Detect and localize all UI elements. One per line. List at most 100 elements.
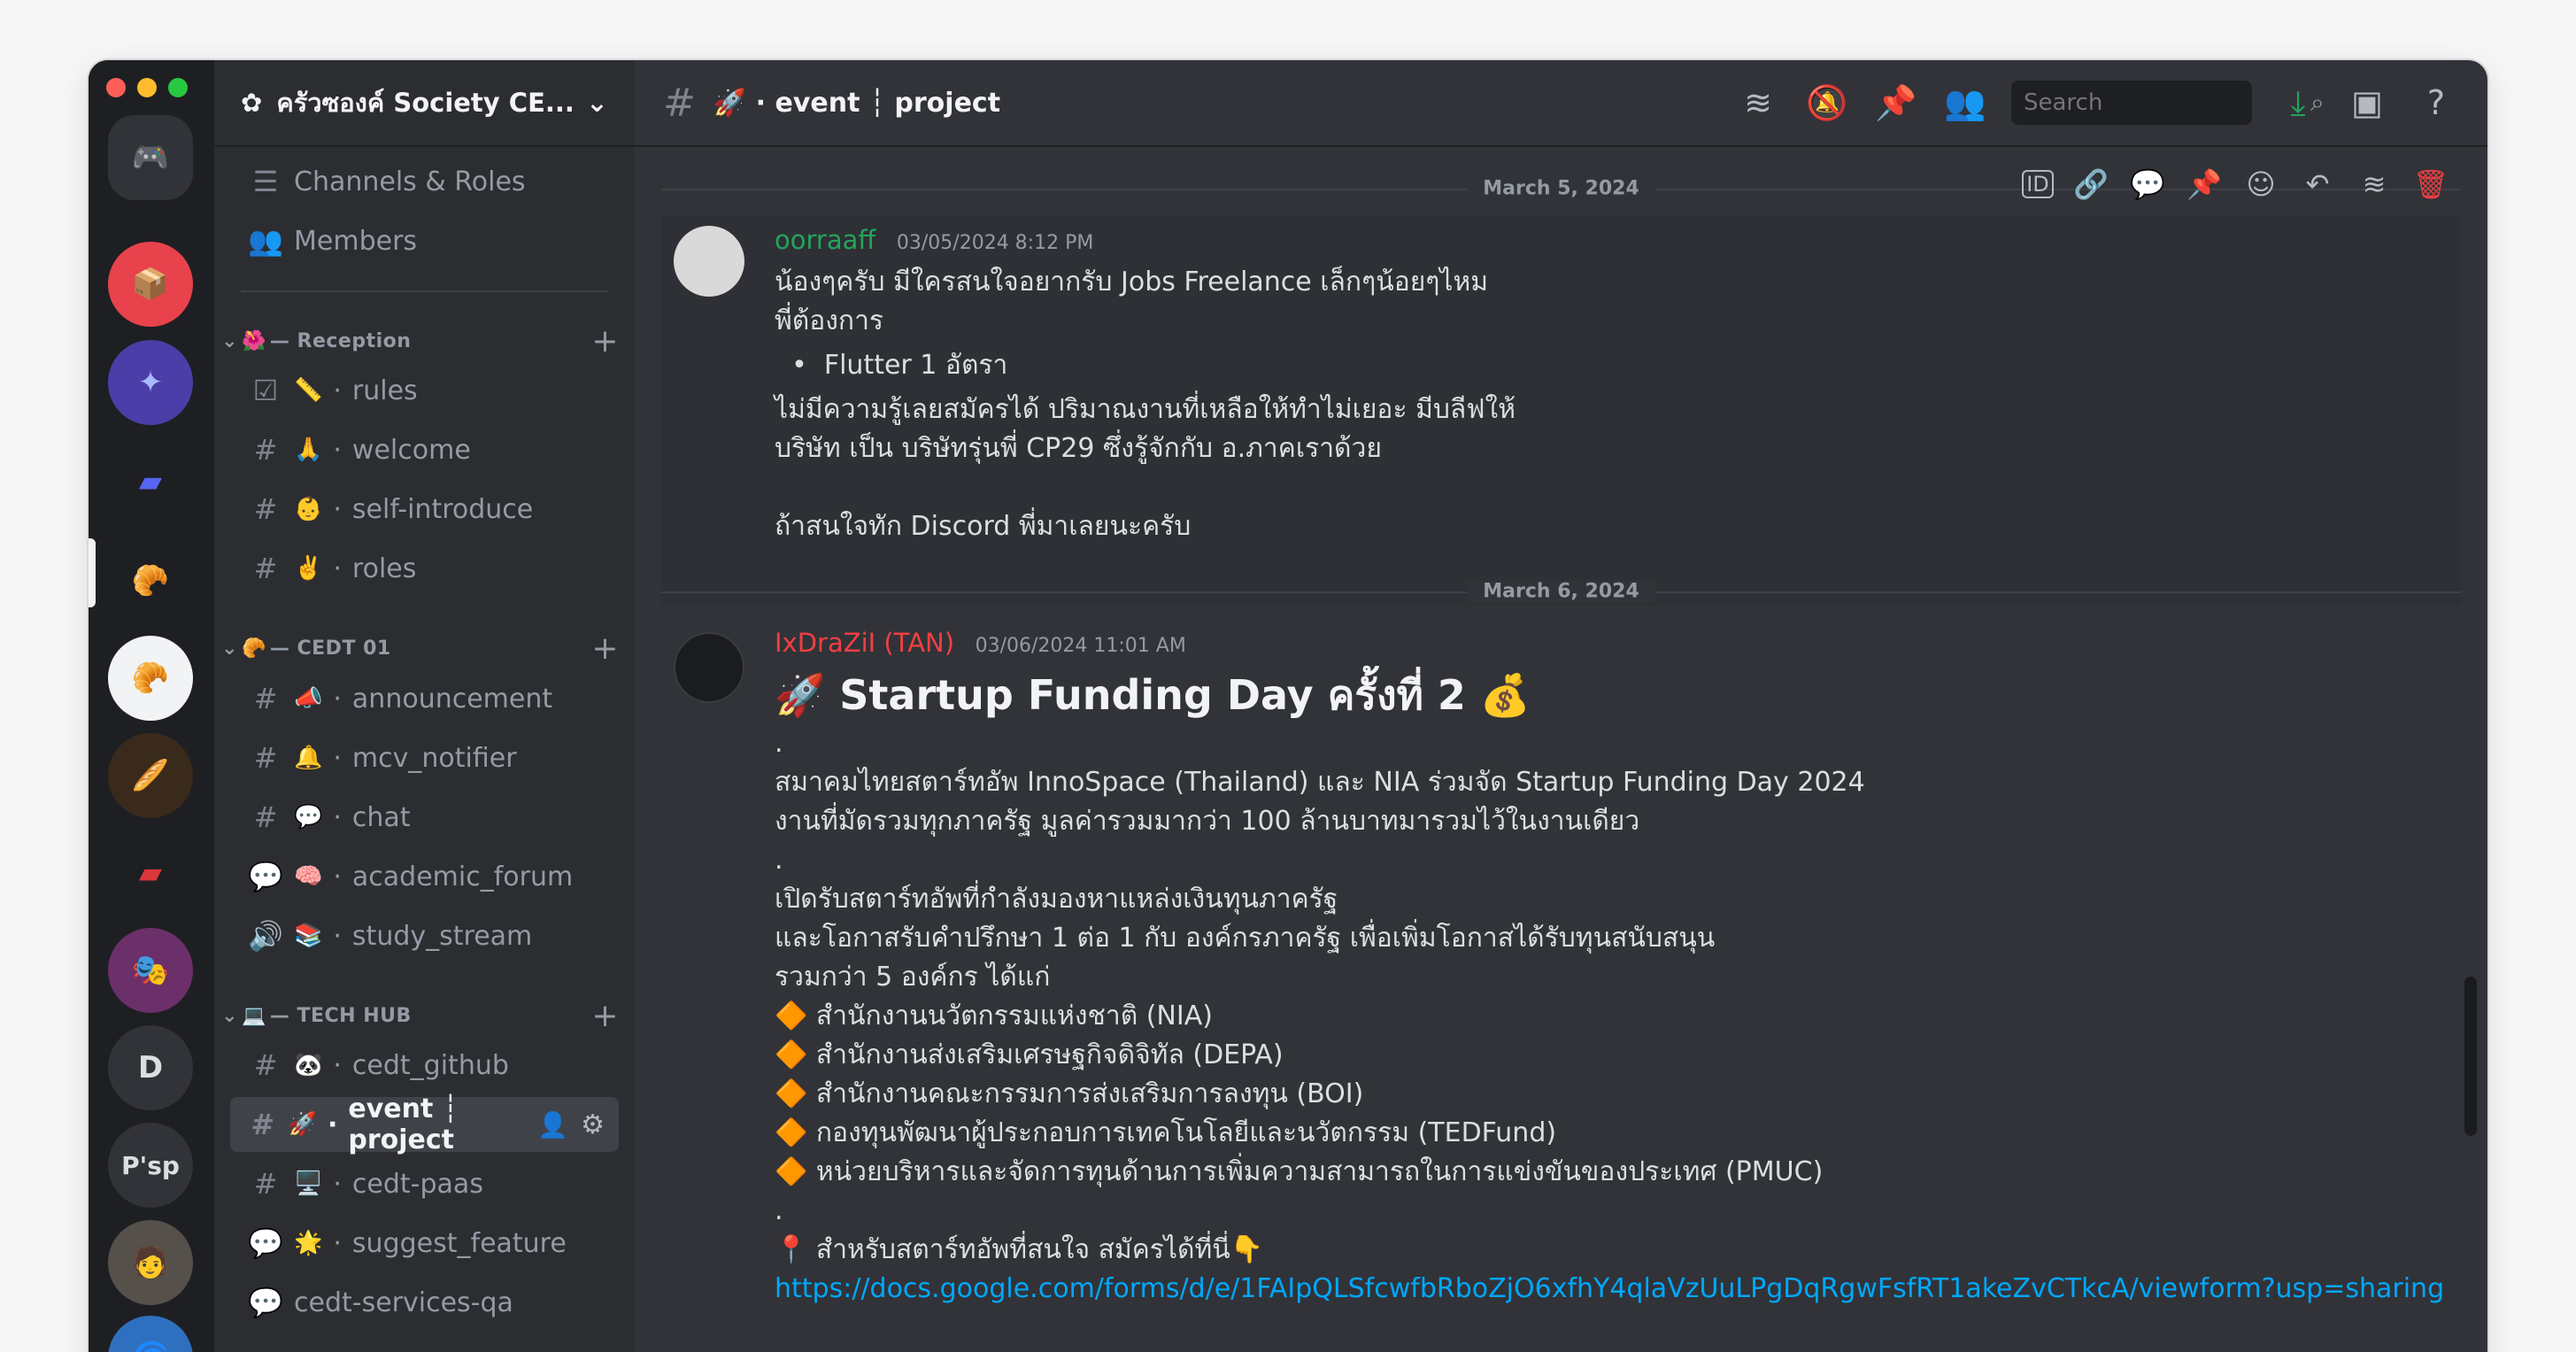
server-bread-icon[interactable]: 🥖 [108,733,193,818]
channel-emoji: ✌️ [294,555,323,582]
message-list-item: 🔶 กองทุนพัฒนาผู้ประกอบการเทคโนโลยีและนวั… [775,1117,1557,1148]
category-cedt-01[interactable]: ⌄ 🥐 — CEDT 01 + [221,630,619,667]
reply-icon[interactable]: ↶ [2298,165,2337,204]
create-thread-icon[interactable]: ≋ [2355,165,2394,204]
server-photo-icon[interactable]: 🧑 [108,1220,193,1305]
create-invite-icon[interactable]: 👤 [537,1110,568,1140]
inbox-icon[interactable]: ▣ [2344,80,2390,126]
category-tech-hub[interactable]: ⌄ 💻 — TECH HUB + [221,998,619,1034]
channel-mcv-notifier[interactable]: # 🔔 · mcv_notifier [230,730,619,785]
server-rail: 🎮 📦 ✦ ▰ 🥐 🥐 🥖 ▰ 🎭 D P'sp 🧑 🌀 [89,60,214,1352]
channel-cedt-paas[interactable]: # 🖥️ · cedt-paas [230,1156,619,1211]
message-list-item: 🔶 สำนักงานส่งเสริมเศรษฐกิจดิจิทัล (DEPA) [775,1039,1284,1070]
hash-icon: # [253,433,278,467]
server-croissant-white-icon[interactable]: 🥐 [108,636,193,721]
category-emoji: 💻 [241,1004,266,1027]
channel-event-project[interactable]: # 🚀 · event ┆ project 👤 ⚙ [230,1093,619,1155]
channel-emoji: 💬 [294,804,323,831]
zoom-window-button[interactable] [168,78,188,97]
channel-dot: · [333,493,342,525]
date-label: March 6, 2024 [1467,580,1655,603]
chevron-down-icon[interactable]: ⌄ [586,88,608,119]
copy-link-icon[interactable]: 🔗 [2071,165,2110,204]
channels-and-roles-label: Channels & Roles [294,166,526,197]
category-label: — Reception [269,329,412,352]
members-item[interactable]: 👥 Members [230,213,619,268]
message-line: รวมกว่า 5 องค์กร ได้แก่ [775,962,1051,993]
channel-dot: · [333,861,342,892]
help-icon[interactable]: ? [2413,80,2459,126]
list-icon: ☰ [252,165,279,198]
channel-cedt-github[interactable]: # 🐼 · cedt_github [230,1038,619,1093]
minimize-window-button[interactable] [137,78,157,97]
create-channel-plus-icon[interactable]: + [591,998,619,1034]
hash-icon: # [253,800,278,834]
channel-welcome[interactable]: # 🙏 · welcome [230,422,619,477]
discord-home-icon[interactable]: 🎮 [108,115,193,200]
form-link[interactable]: https://docs.google.com/forms/d/e/1FAIpQ… [775,1270,2444,1309]
sidebar-divider [241,290,608,292]
scrollbar-thumb[interactable] [2464,977,2477,1136]
message-item[interactable]: oorraaff 03/05/2024 8:12 PM น้องๆครับ มี… [661,215,2461,605]
close-window-button[interactable] [106,78,126,97]
chevron-down-icon: ⌄ [221,1004,238,1027]
server-psp-icon[interactable]: P'sp [108,1123,193,1208]
channel-roles[interactable]: # ✌️ · roles [230,541,619,596]
server-anime-icon[interactable]: 🎭 [108,928,193,1013]
message-author[interactable]: oorraaff [775,225,875,255]
create-channel-plus-icon[interactable]: + [591,630,619,667]
server-d-icon[interactable]: D [108,1025,193,1110]
members-icon: 👥 [248,224,283,258]
member-list-icon[interactable]: 👥 [1942,80,1988,126]
channel-label: self-introduce [351,493,534,525]
channel-rules[interactable]: ☑ 📏 · rules [230,363,619,418]
download-icon[interactable]: ⤓ [2275,80,2321,126]
channel-cedt-services-qa[interactable]: 💬 cedt-services-qa [230,1275,619,1330]
message-line: และโอกาสรับคำปรึกษา 1 ต่อ 1 กับ องค์กรภา… [775,923,1716,954]
search-input[interactable] [2024,89,2310,116]
message-author[interactable]: IxDraZiI (TAN) [775,628,954,658]
category-emoji: 🌺 [241,329,266,352]
threads-icon[interactable]: ≋ [1735,80,1781,126]
notification-muted-icon[interactable]: 🔕 [1804,80,1850,126]
hash-icon: # [253,492,278,526]
category-reception[interactable]: ⌄ 🌺 — Reception + [221,323,619,359]
channels-and-roles-item[interactable]: ☰ Channels & Roles [230,154,619,209]
chevron-down-icon: ⌄ [221,637,238,660]
pin-icon[interactable]: 📌 [1873,80,1919,126]
channel-dot: · [333,801,342,833]
channel-self-introduce[interactable]: # 👶 · self-introduce [230,482,619,537]
hash-icon: # [253,1167,278,1201]
channel-announcement[interactable]: # 📣 · announcement [230,671,619,726]
delete-icon[interactable]: 🗑 [2411,165,2450,204]
create-channel-plus-icon[interactable]: + [591,323,619,359]
avatar[interactable] [674,632,744,703]
copy-id-icon[interactable]: ID [2022,170,2054,198]
channel-suggest-feature[interactable]: 💬 🌟 · suggest_feature [230,1216,619,1271]
folder-blue-icon[interactable]: ▰ [108,439,193,524]
add-reaction-icon[interactable]: ☺ [2241,165,2280,204]
avatar[interactable] [674,226,744,297]
topbar-toolbar: ≋ 🔕 📌 👥 ⌕ ⤓ ▣ ? [1735,80,2459,126]
gear-icon[interactable]: ⚙ [581,1109,605,1140]
server-blue-swirl-icon[interactable]: ✦ [108,340,193,425]
message-line: เปิดรับสตาร์ทอัพที่กำลังมองหาแหล่งเงินทุ… [775,884,1338,915]
message-item[interactable]: IxDraZiI (TAN) 03/06/2024 11:01 AM 🚀 Sta… [661,618,2461,1352]
server-croissant-icon[interactable]: 🥐 [108,538,193,623]
channel-chat[interactable]: # 💬 · chat [230,790,619,845]
channel-dot: · [327,1109,338,1140]
search-box[interactable]: ⌕ [2011,81,2325,125]
pin-icon[interactable]: 📌 [2185,165,2224,204]
channel-study-stream[interactable]: 🔊 📚 · study_stream [230,908,619,963]
server-red-box-icon[interactable]: 📦 [108,242,193,327]
guild-header[interactable]: ✿ ครัวซองค์ Society CE... ⌄ [214,60,635,147]
server-blue-icon[interactable]: 🌀 [108,1316,193,1352]
channel-academic-forum[interactable]: 💬 🧠 · academic_forum [230,849,619,904]
message-line: ถ้าสนใจทัก Discord พี่มาเลยนะครับ [775,511,1192,542]
channel-emoji: 📏 [294,377,323,404]
message-line: . [775,1195,783,1226]
channel-dot: · [333,683,342,715]
channel-topbar: # 🚀 · event ┆ project ≋ 🔕 📌 👥 ⌕ ⤓ ▣ ? [635,60,2487,147]
reply-mention-icon[interactable]: 💬 [2128,165,2167,204]
folder-red-icon[interactable]: ▰ [108,831,193,915]
